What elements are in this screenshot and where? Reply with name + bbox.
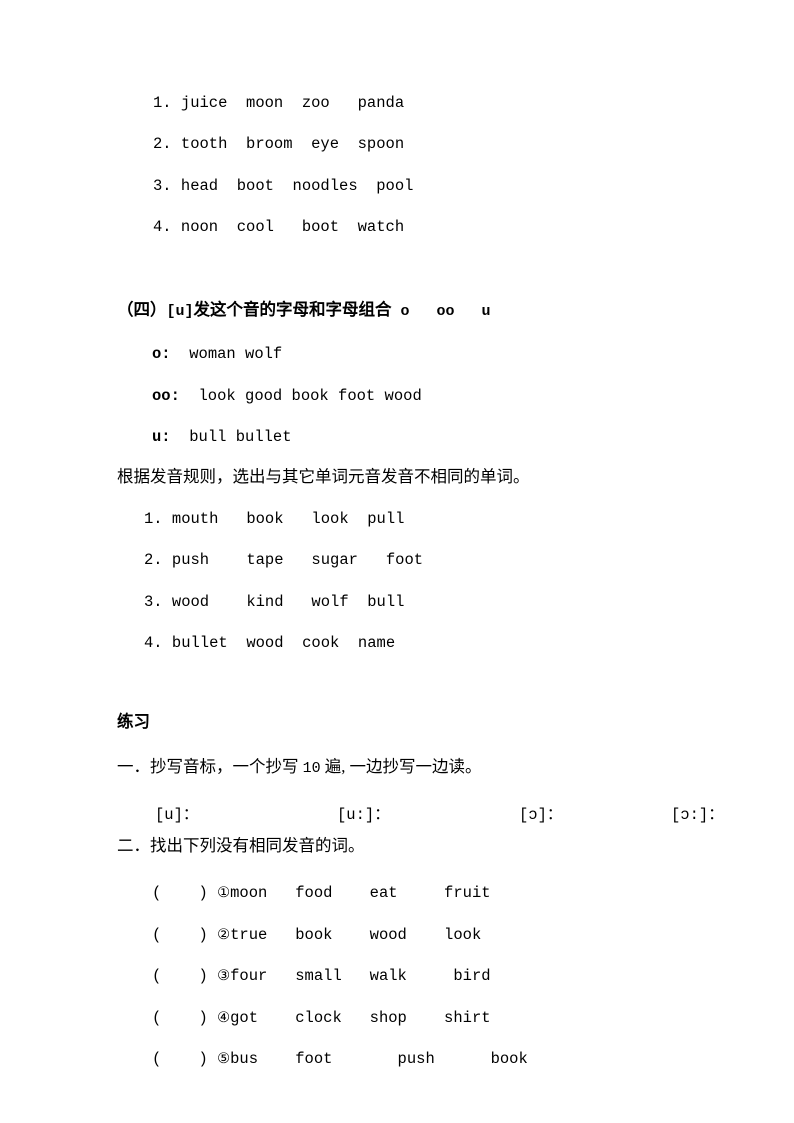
phonetic-symbol-slot: [ɔ]： <box>519 806 563 824</box>
rule-key: oo: <box>152 387 180 405</box>
rule-key: o: <box>152 345 171 363</box>
answer-blank[interactable]: ( ) <box>152 1050 217 1068</box>
rule-words: bull bullet <box>170 428 292 446</box>
exercise-one-label: 一．抄写音标，一个抄写 10 遍, 一边抄写一边读。 <box>117 757 482 777</box>
list-item: 2. push tape sugar foot <box>144 551 424 569</box>
rule-row-o: o: woman wolf <box>152 345 282 363</box>
list-item: 4. noon cool boot watch <box>153 218 405 236</box>
section-heading-text: 发这个音的字母和字母组合 <box>193 300 392 319</box>
phonetic-symbol-slot: [ɔ:]： <box>671 806 724 824</box>
instruction-text: 根据发音规则，选出与其它单词元音发音不相同的单词。 <box>117 467 530 486</box>
list-item: 2. tooth broom eye spoon <box>153 135 405 153</box>
circled-number-icon: ② <box>217 927 231 943</box>
rule-key: u: <box>152 428 171 446</box>
choice-words: four small walk bird <box>230 967 491 985</box>
answer-blank[interactable]: ( ) <box>152 1009 217 1027</box>
section-phonetic-symbol: [u] <box>166 303 194 320</box>
list-item: 3. head boot noodles pool <box>153 177 414 195</box>
rule-words: look good book foot wood <box>179 387 422 405</box>
answer-blank[interactable]: ( ) <box>152 884 217 902</box>
circled-number-icon: ⑤ <box>217 1051 231 1067</box>
exercise-one-text-tail: 遍, 一边抄写一边读。 <box>320 757 482 776</box>
answer-blank[interactable]: ( ) <box>152 967 217 985</box>
choice-row: ( ) ②true book wood look <box>152 926 481 944</box>
choice-words: true book wood look <box>230 926 482 944</box>
exercise-two-label: 二．找出下列没有相同发音的词。 <box>117 836 365 855</box>
list-item: 1. mouth book look pull <box>144 510 405 528</box>
phonetic-symbol-slot: [u:]： <box>337 806 390 824</box>
choice-words: bus foot push book <box>230 1050 528 1068</box>
answer-blank[interactable]: ( ) <box>152 926 217 944</box>
rule-row-u: u: bull bullet <box>152 428 292 446</box>
rule-words: woman wolf <box>170 345 283 363</box>
worksheet-page: 1. juice moon zoo panda 2. tooth broom e… <box>0 0 794 1123</box>
choice-row: ( ) ⑤bus foot push book <box>152 1050 528 1068</box>
choice-row: ( ) ①moon food eat fruit <box>152 884 491 902</box>
rule-row-oo: oo: look good book foot wood <box>152 387 422 405</box>
choice-words: got clock shop shirt <box>230 1009 491 1027</box>
choice-row: ( ) ③four small walk bird <box>152 967 491 985</box>
circled-number-icon: ④ <box>217 1010 231 1026</box>
exercise-one-count: 10 <box>302 760 321 777</box>
exercises-heading: 练习 <box>117 712 150 731</box>
list-item: 1. juice moon zoo panda <box>153 94 405 112</box>
exercise-one-text: 一．抄写音标，一个抄写 <box>117 757 303 776</box>
section-number: （四） <box>117 300 167 319</box>
list-item: 3. wood kind wolf bull <box>144 593 405 611</box>
list-item: 4. bullet wood cook name <box>144 634 396 652</box>
section-four-heading: （四）[u]发这个音的字母和字母组合 o oo u <box>117 300 491 320</box>
circled-number-icon: ③ <box>217 968 231 984</box>
phonetic-symbol-slot: [u]： <box>155 806 199 824</box>
circled-number-icon: ① <box>217 885 231 901</box>
choice-row: ( ) ④got clock shop shirt <box>152 1009 491 1027</box>
choice-words: moon food eat fruit <box>230 884 491 902</box>
section-heading-letters: o oo u <box>391 303 491 320</box>
